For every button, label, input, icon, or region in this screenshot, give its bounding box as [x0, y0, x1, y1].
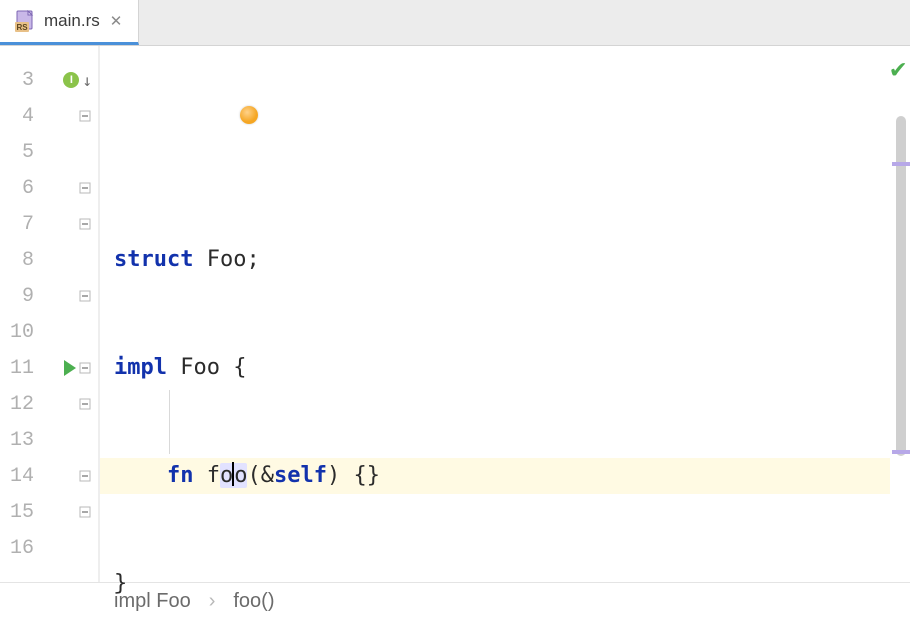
tab-bar: RS main.rs ✕: [0, 0, 910, 46]
rust-file-icon: RS: [14, 10, 36, 32]
line-number: 4: [0, 105, 34, 128]
usage-marker[interactable]: [892, 450, 910, 454]
editor: 3 I ↓ 4 5 6 7 8: [0, 46, 910, 582]
code-line-current[interactable]: fn foo(&self) {}: [100, 458, 910, 494]
code-area[interactable]: struct Foo; impl Foo { fn foo(&self) {} …: [100, 46, 910, 582]
implements-icon[interactable]: I: [63, 72, 79, 88]
line-number: 13: [0, 429, 34, 452]
code-line[interactable]: }: [100, 566, 910, 602]
line-number: 6: [0, 177, 34, 200]
analysis-ok-icon[interactable]: ✔: [890, 54, 906, 84]
code-line[interactable]: struct Foo;: [100, 242, 910, 278]
cursor-highlight-icon: [240, 106, 258, 124]
line-number: 10: [0, 321, 34, 344]
analysis-strip: ✔: [890, 46, 910, 582]
tab-close-icon[interactable]: ✕: [108, 12, 125, 30]
goto-impl-icon[interactable]: ↓: [82, 71, 92, 90]
line-number: 15: [0, 501, 34, 524]
fold-toggle-icon[interactable]: [78, 181, 92, 195]
line-number: 11: [0, 357, 34, 380]
svg-text:RS: RS: [17, 23, 29, 32]
line-number: 5: [0, 141, 34, 164]
tab-filename: main.rs: [44, 11, 100, 31]
code-line[interactable]: impl Foo {: [100, 350, 910, 386]
line-number: 14: [0, 465, 34, 488]
line-number: 12: [0, 393, 34, 416]
line-number: 7: [0, 213, 34, 236]
line-number: 9: [0, 285, 34, 308]
fold-toggle-icon[interactable]: [78, 505, 92, 519]
fold-toggle-icon[interactable]: [78, 289, 92, 303]
fold-toggle-icon[interactable]: [78, 109, 92, 123]
line-number: 3: [0, 69, 34, 92]
fold-toggle-icon[interactable]: [78, 217, 92, 231]
line-number: 16: [0, 537, 34, 560]
fold-toggle-icon[interactable]: [78, 397, 92, 411]
fold-toggle-icon[interactable]: [78, 469, 92, 483]
usage-marker[interactable]: [892, 162, 910, 166]
tab-main-rs[interactable]: RS main.rs ✕: [0, 0, 139, 45]
gutter: 3 I ↓ 4 5 6 7 8: [0, 46, 100, 582]
indent-guide: [169, 390, 170, 454]
line-number: 8: [0, 249, 34, 272]
run-gutter-icon[interactable]: [64, 360, 76, 376]
fold-toggle-icon[interactable]: [78, 361, 92, 375]
scrollbar-thumb[interactable]: [896, 116, 906, 456]
